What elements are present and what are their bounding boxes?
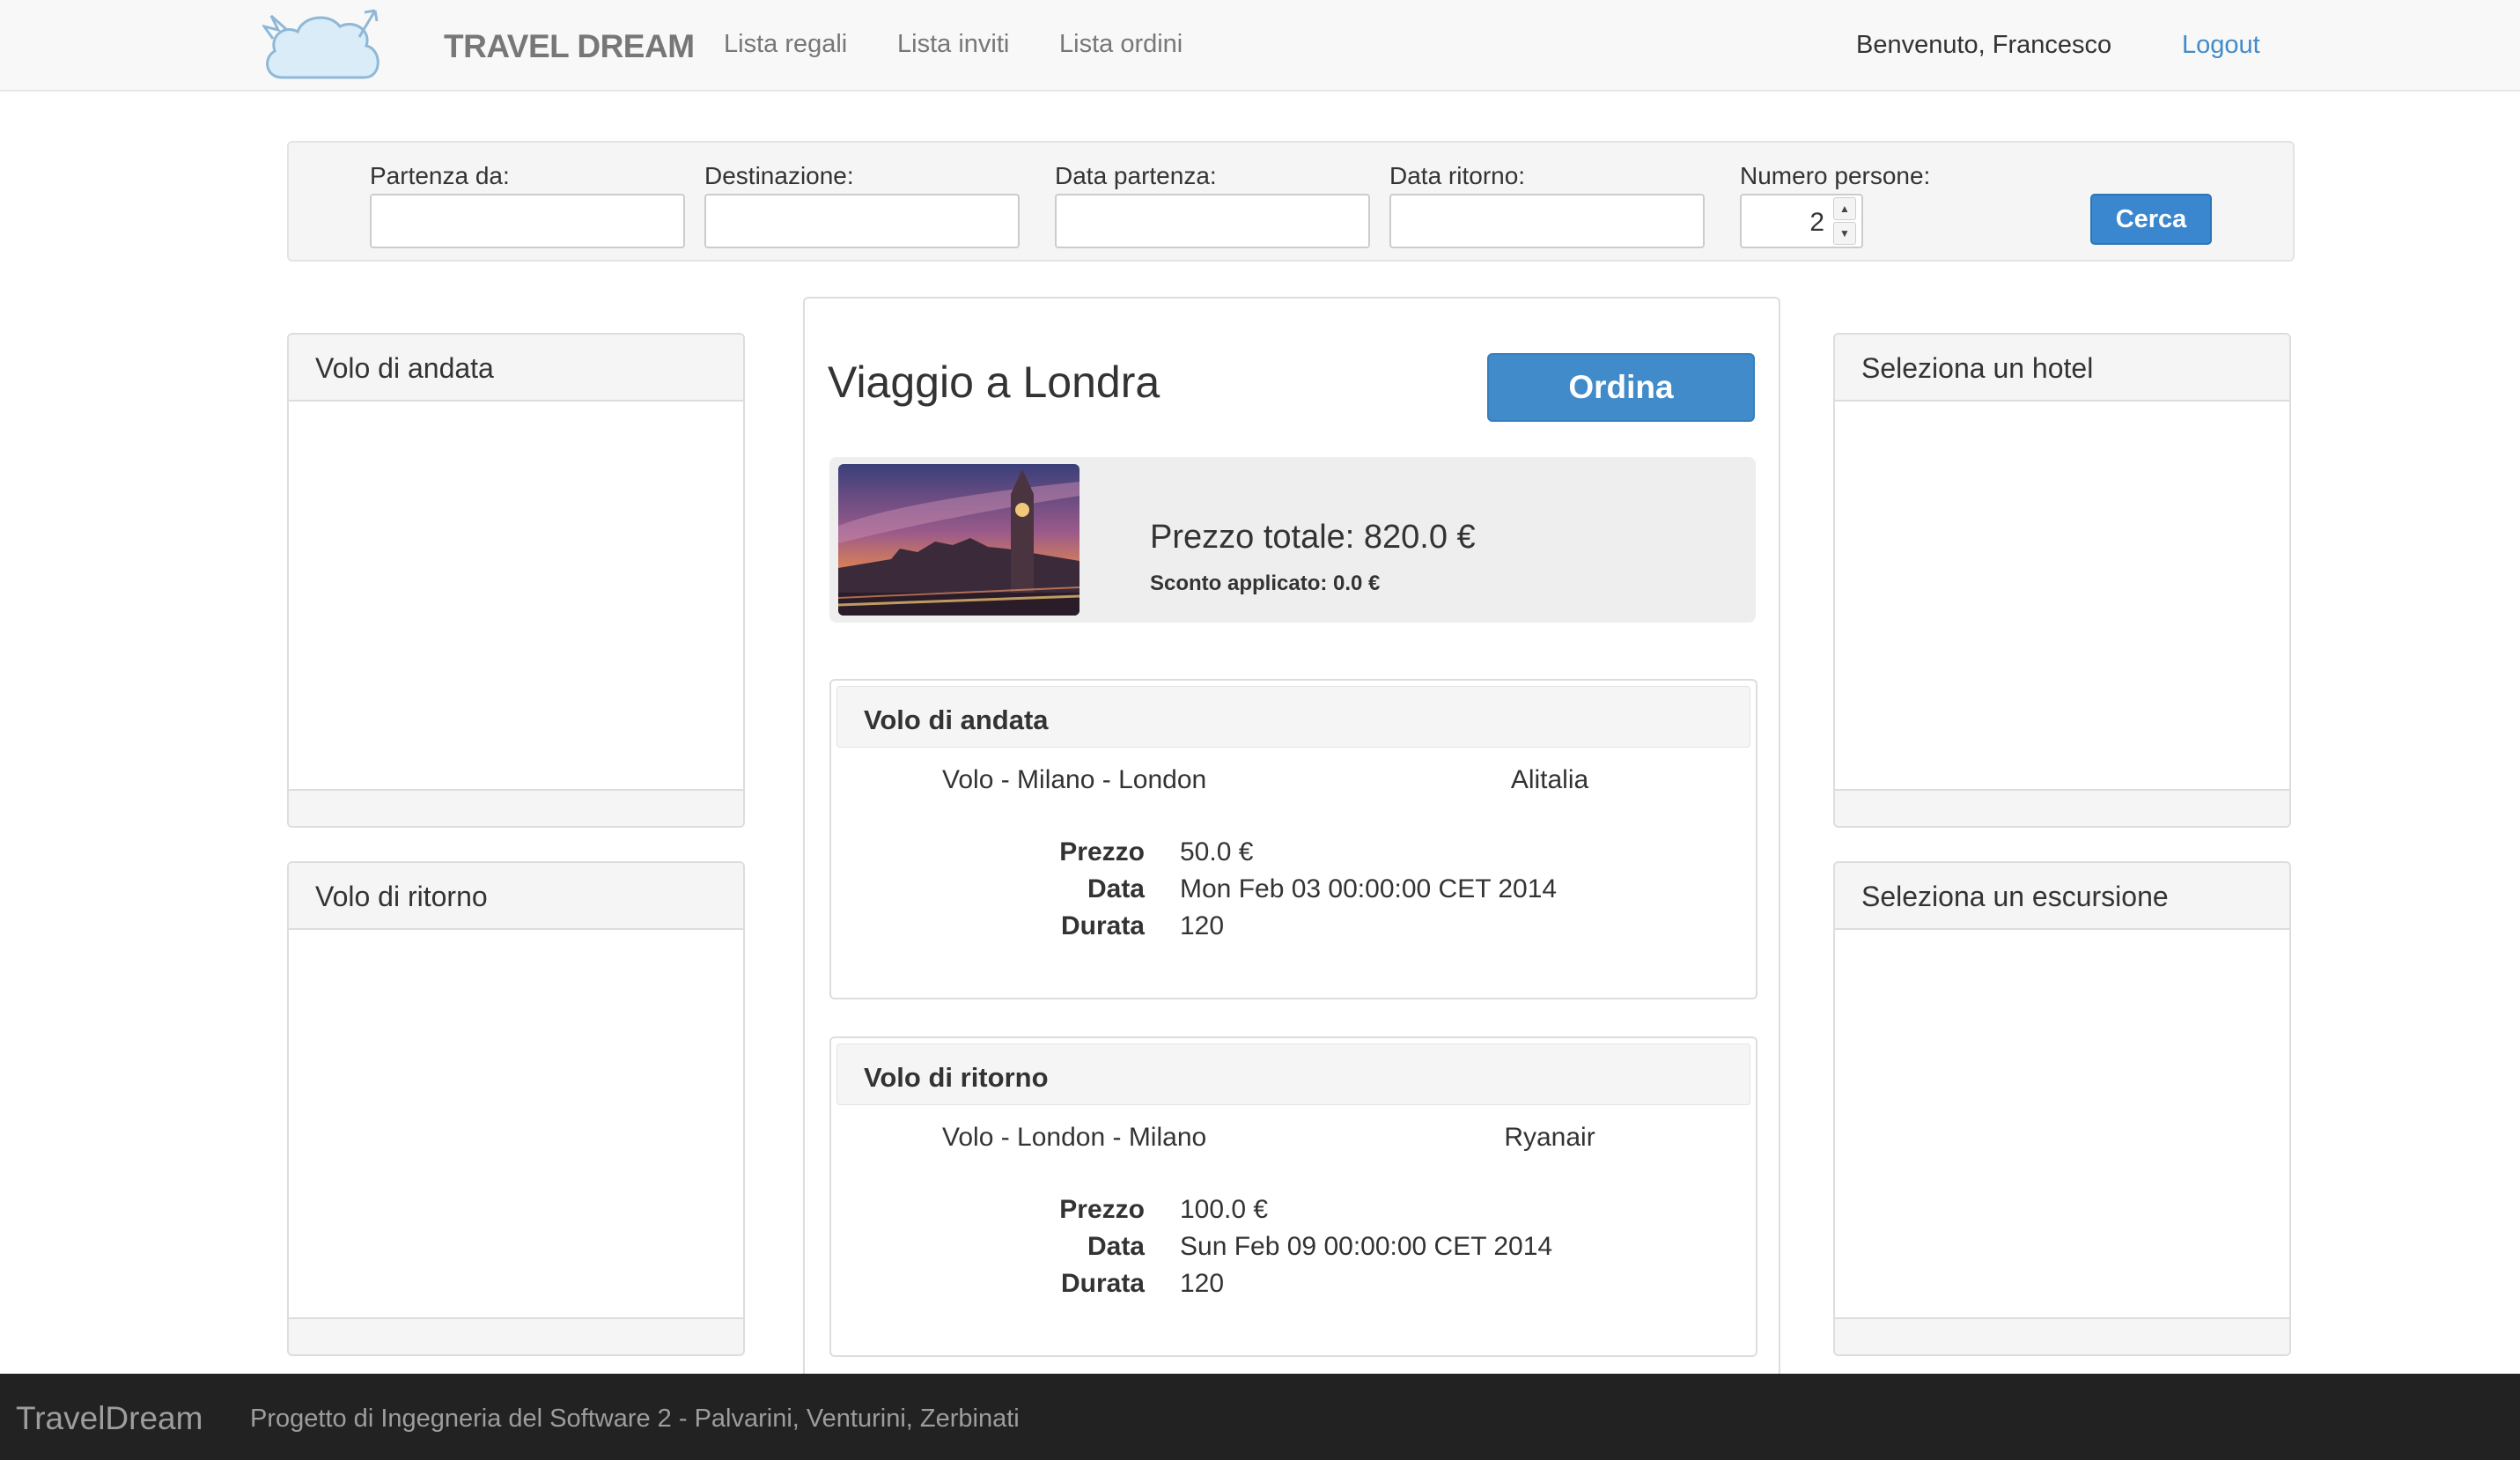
search-form: Partenza da: Destinazione: Data partenza…	[287, 141, 2295, 262]
page-footer: TravelDream Progetto di Ingegneria del S…	[0, 1374, 2520, 1460]
price-summary: Prezzo totale: 820.0 € Sconto applicato:…	[829, 457, 1756, 623]
return-flight-detail-title: Volo di ritorno	[836, 1043, 1750, 1105]
date-value: Mon Feb 03 00:00:00 CET 2014	[1180, 874, 1558, 903]
flight-route: Volo - London - Milano	[942, 1123, 1207, 1152]
excursion-panel-title: Seleziona un escursione	[1835, 863, 2289, 930]
people-label: Numero persone:	[1740, 162, 1931, 189]
from-label: Partenza da:	[370, 162, 510, 189]
flight-airline: Alitalia	[1510, 765, 1589, 794]
return-flight-panel: Volo di ritorno	[287, 861, 745, 1356]
logout-link[interactable]: Logout	[2182, 31, 2260, 60]
people-value: 2	[1809, 208, 1824, 237]
departure-date-input[interactable]	[1055, 194, 1370, 248]
outbound-flight-panel-title: Volo di andata	[289, 335, 743, 402]
hotel-panel: Seleziona un hotel	[1833, 333, 2291, 828]
trip-detail-panel: Viaggio a Londra Ordina Prezzo totale: 8…	[803, 297, 1780, 1460]
nav-link-lista-ordini[interactable]: Lista ordini	[1059, 30, 1183, 59]
from-input[interactable]	[370, 194, 685, 248]
nav-link-lista-regali[interactable]: Lista regali	[724, 30, 847, 59]
hotel-panel-title: Seleziona un hotel	[1835, 335, 2289, 402]
date-label: Data	[1087, 874, 1145, 903]
duration-value: 120	[1180, 1269, 1225, 1298]
chevron-down-icon[interactable]: ▼	[1833, 222, 1856, 245]
people-stepper[interactable]: 2 ▲ ▼	[1740, 194, 1863, 248]
big-ben-photo-thumbnail	[838, 464, 1079, 616]
outbound-flight-detail-title: Volo di andata	[836, 686, 1750, 748]
return-date-label: Data ritorno:	[1389, 162, 1526, 189]
nav-link-lista-inviti[interactable]: Lista inviti	[897, 30, 1009, 59]
winged-cloud-logo-icon[interactable]	[262, 4, 386, 85]
departure-date-label: Data partenza:	[1055, 162, 1217, 189]
panel-footer	[289, 1317, 743, 1354]
panel-footer	[1835, 789, 2289, 826]
outbound-flight-panel: Volo di andata	[287, 333, 745, 828]
brand-title[interactable]: TRAVEL DREAM	[444, 28, 695, 65]
panel-footer	[289, 789, 743, 826]
top-navbar: TRAVEL DREAM Lista regali Lista inviti L…	[0, 0, 2520, 92]
duration-label: Durata	[1060, 911, 1145, 940]
panel-footer	[1835, 1317, 2289, 1354]
duration-value: 120	[1180, 911, 1225, 940]
destination-label: Destinazione:	[704, 162, 854, 189]
price-label: Prezzo	[1059, 1195, 1145, 1224]
return-flight-panel-title: Volo di ritorno	[289, 863, 743, 930]
footer-brand[interactable]: TravelDream	[16, 1400, 203, 1437]
order-button[interactable]: Ordina	[1487, 353, 1755, 422]
outbound-flight-detail: Volo di andata Volo - Milano - London Al…	[829, 679, 1757, 999]
chevron-up-icon[interactable]: ▲	[1833, 197, 1856, 220]
search-button[interactable]: Cerca	[2090, 194, 2212, 245]
total-price: Prezzo totale: 820.0 €	[1150, 519, 1476, 556]
duration-label: Durata	[1060, 1269, 1145, 1298]
footer-credits: Progetto di Ingegneria del Software 2 - …	[250, 1405, 1020, 1433]
price-value: 50.0 €	[1180, 837, 1254, 866]
date-value: Sun Feb 09 00:00:00 CET 2014	[1180, 1232, 1553, 1261]
price-value: 100.0 €	[1180, 1195, 1269, 1224]
discount-applied: Sconto applicato: 0.0 €	[1150, 571, 1381, 595]
welcome-message: Benvenuto, Francesco	[1856, 31, 2112, 59]
trip-title: Viaggio a Londra	[828, 358, 1161, 407]
flight-route: Volo - Milano - London	[942, 765, 1207, 794]
price-label: Prezzo	[1059, 837, 1145, 866]
destination-input[interactable]	[704, 194, 1020, 248]
return-flight-detail: Volo di ritorno Volo - London - Milano R…	[829, 1036, 1757, 1357]
return-date-input[interactable]	[1389, 194, 1705, 248]
excursion-panel: Seleziona un escursione	[1833, 861, 2291, 1356]
date-label: Data	[1087, 1232, 1145, 1261]
flight-airline: Ryanair	[1504, 1123, 1595, 1152]
